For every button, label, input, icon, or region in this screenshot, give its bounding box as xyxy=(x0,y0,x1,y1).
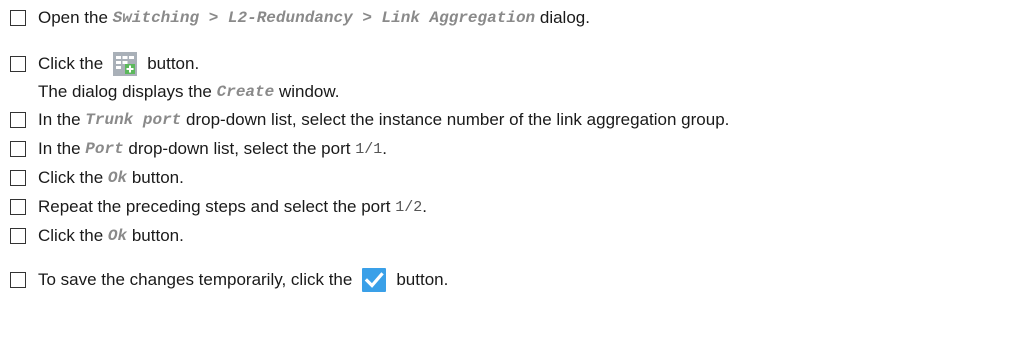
step-text: button. xyxy=(127,226,184,245)
checkbox[interactable] xyxy=(10,199,26,215)
step-text: Click the xyxy=(38,226,108,245)
button-name: Ok xyxy=(107,169,128,187)
step-text: button. xyxy=(127,168,184,187)
step-note: The dialog displays the Create window. xyxy=(38,80,339,104)
step-repeat: Repeat the preceding steps and select th… xyxy=(10,195,427,219)
step-text: . xyxy=(422,197,427,216)
step-click-ok: Click the Ok button. xyxy=(10,224,184,248)
button-name: Ok xyxy=(107,227,128,245)
checkmark-save-icon xyxy=(362,268,387,292)
port-value: 1/2 xyxy=(395,198,423,216)
field-name: Port xyxy=(85,140,124,158)
step-text: Click the xyxy=(38,54,104,73)
step-select-port: In the Port drop-down list, select the p… xyxy=(10,137,387,161)
step-text: In the xyxy=(38,139,86,158)
note-text: The dialog displays the xyxy=(38,82,217,101)
step-select-trunk-port: In the Trunk port drop-down list, select… xyxy=(10,108,729,132)
step-text: button. xyxy=(147,54,200,73)
step-click-ok: Click the Ok button. xyxy=(10,166,184,190)
step-text: drop-down list, select the port xyxy=(123,139,356,158)
step-text: dialog. xyxy=(535,8,590,27)
window-name: Create xyxy=(216,83,275,101)
checkbox[interactable] xyxy=(10,112,26,128)
checkbox[interactable] xyxy=(10,56,26,72)
step-text: Open the xyxy=(38,8,113,27)
step-text: Click the xyxy=(38,168,108,187)
checkbox[interactable] xyxy=(10,170,26,186)
step-open-dialog: Open the Switching > L2-Redundancy > Lin… xyxy=(10,6,590,30)
step-text: drop-down list, select the instance numb… xyxy=(181,110,730,129)
step-text: button. xyxy=(396,270,449,289)
step-text: Repeat the preceding steps and select th… xyxy=(38,197,396,216)
field-name: Trunk port xyxy=(85,111,182,129)
port-value: 1/1 xyxy=(355,140,383,158)
create-table-icon xyxy=(113,52,138,76)
checkbox[interactable] xyxy=(10,272,26,288)
step-text: . xyxy=(382,139,387,158)
step-save: To save the changes temporarily, click t… xyxy=(10,268,448,292)
note-text: window. xyxy=(274,82,340,101)
step-text: To save the changes temporarily, click t… xyxy=(38,270,353,289)
step-text: In the xyxy=(38,110,86,129)
checkbox[interactable] xyxy=(10,141,26,157)
menu-path: Switching > L2-Redundancy > Link Aggrega… xyxy=(112,9,536,27)
step-click-create: Click the button. xyxy=(10,52,199,76)
checkbox[interactable] xyxy=(10,228,26,244)
checkbox[interactable] xyxy=(10,10,26,26)
